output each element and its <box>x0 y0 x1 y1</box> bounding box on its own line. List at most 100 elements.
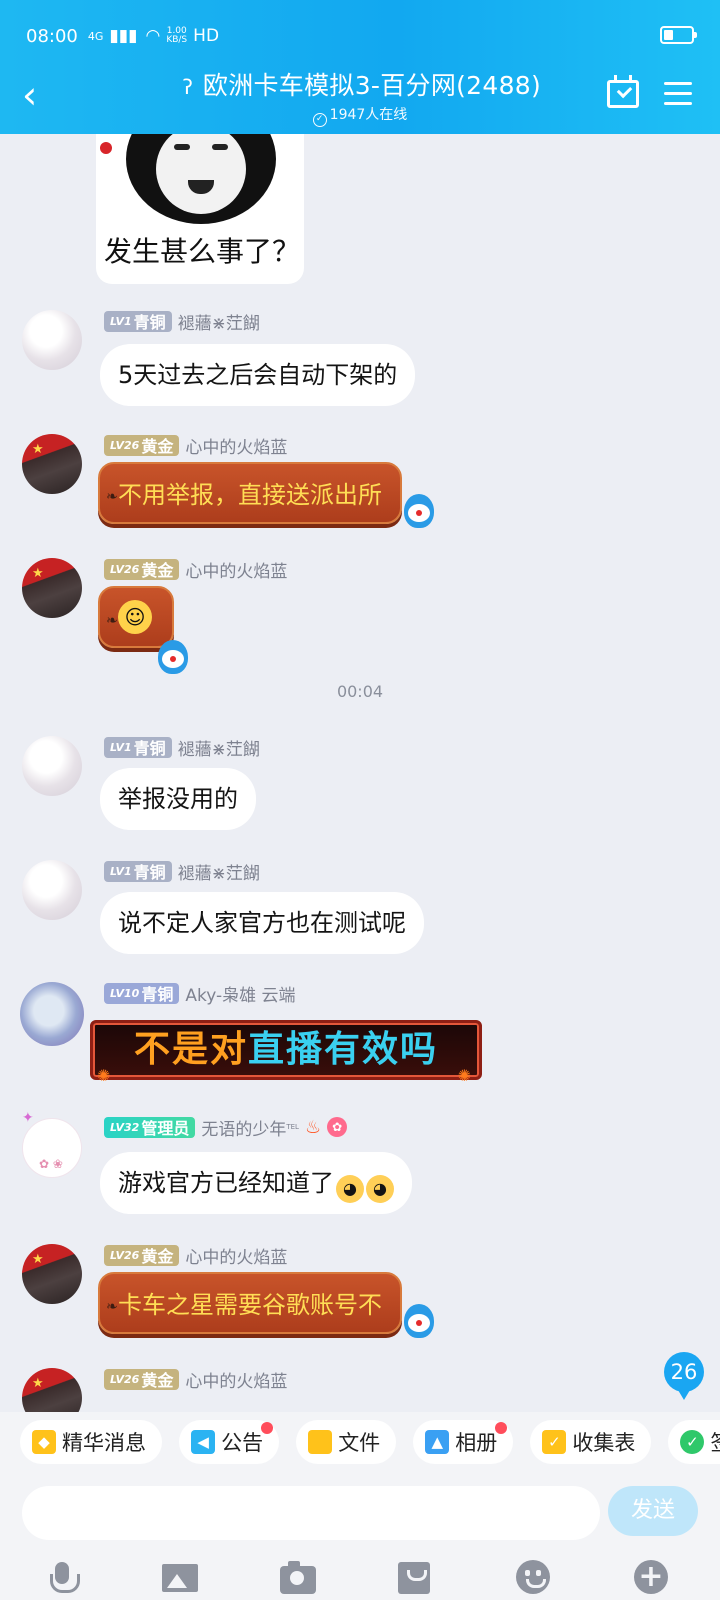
chip-announcement[interactable]: ◀ 公告 <box>179 1420 280 1464</box>
text-bubble[interactable]: 举报没用的 <box>100 768 256 830</box>
plus-icon[interactable]: + <box>634 1560 668 1594</box>
level-value: LV1 <box>110 740 132 754</box>
styled-text-bubble[interactable]: ❧ 卡车之星需要谷歌账号不 <box>98 1272 402 1334</box>
online-count: ✓ 1947人在线 <box>150 104 570 127</box>
level-badge: LV1 青铜 <box>104 310 172 332</box>
flame-decoration-icon: ✺ <box>97 1066 113 1085</box>
calendar-check-icon[interactable] <box>607 75 639 108</box>
text-bubble[interactable]: 5天过去之后会自动下架的 <box>100 344 416 406</box>
image-icon[interactable] <box>162 1564 198 1592</box>
avatar[interactable] <box>22 736 82 796</box>
mic-icon[interactable] <box>44 1560 80 1596</box>
avatar[interactable] <box>22 860 82 920</box>
text-bubble[interactable]: 说不定人家官方也在测试呢 <box>100 892 424 954</box>
chip-form[interactable]: ✓ 收集表 <box>530 1420 652 1464</box>
level-badge: LV26 黄金 <box>104 434 180 456</box>
message-input[interactable] <box>22 1486 600 1540</box>
chip-label: 相册 <box>455 1431 498 1455</box>
menu-icon[interactable] <box>664 82 692 106</box>
status-time: 08:00 <box>26 25 78 47</box>
level-badge: LV10 青铜 <box>104 982 180 1004</box>
checkin-icon: ✓ <box>680 1430 705 1454</box>
emoji-icon[interactable] <box>516 1560 550 1594</box>
back-arrow-icon[interactable]: ‹ <box>22 75 52 115</box>
avatar[interactable] <box>22 310 82 370</box>
text-bubble[interactable]: 游戏官方已经知道了 ◕ ◕ <box>100 1152 412 1214</box>
check-circle-icon: ✓ <box>312 113 327 127</box>
chip-essence[interactable]: ◆ 精华消息 <box>20 1420 162 1464</box>
level-value: LV26 <box>110 562 140 576</box>
camera-icon[interactable] <box>280 1561 316 1594</box>
avatar[interactable] <box>22 1118 82 1178</box>
level-value: LV10 <box>110 986 140 1000</box>
shiba-emoji-icon: ◕ <box>336 1175 364 1203</box>
sticker-message[interactable]: 发生甚么事了？ <box>96 134 304 284</box>
sender-name[interactable]: 心中的火焰蓝 <box>185 1243 287 1268</box>
avatar[interactable] <box>22 558 82 618</box>
sender-name[interactable]: 心中的火焰蓝 <box>185 557 287 582</box>
sender-meta: LV32 管理员 无语的少年 TEL ♨ ✿ <box>104 1115 348 1140</box>
smirk-emoji-icon: ☺ <box>118 600 152 634</box>
level-badge: LV1 青铜 <box>104 860 172 882</box>
rank-label: 黄金 <box>141 1247 174 1266</box>
rank-label: 黄金 <box>141 1371 174 1390</box>
bottom-panel: ◆精华消息 ◀公告 文件 ▲相册 ✓收集表 ✓签到 发送 + <box>0 1412 720 1600</box>
feature-chips: ◆精华消息 ◀公告 文件 ▲相册 ✓收集表 ✓签到 <box>20 1420 720 1468</box>
bubble-text: 卡车之星需要谷歌账号不 <box>118 1291 382 1319</box>
styled-text-bubble[interactable]: ❧ 不用举报，直接送派出所 <box>98 462 402 524</box>
chip-label: 精华消息 <box>62 1431 146 1455</box>
level-badge: LV26 黄金 <box>104 1244 180 1266</box>
signal-bars-icon: ▮▮▮ <box>109 26 138 46</box>
avatar[interactable] <box>22 1368 82 1412</box>
sender-name[interactable]: 心中的火焰蓝 <box>185 433 287 458</box>
form-icon: ✓ <box>542 1430 567 1454</box>
unread-count-badge[interactable]: 26 <box>664 1352 704 1400</box>
status-bar: 08:00 4G ▮▮▮ ◠ 1.00 KB/S HD <box>26 22 697 50</box>
sticker-caption: 发生甚么事了？ <box>104 235 301 268</box>
flame-decoration-icon: ✺ <box>457 1066 473 1085</box>
sender-name[interactable]: Aky-枭雄 云端 <box>185 981 295 1006</box>
rank-label: 黄金 <box>141 561 174 580</box>
chip-checkin[interactable]: ✓签到 <box>668 1420 720 1464</box>
avatar[interactable] <box>22 434 82 494</box>
level-badge: LV1 青铜 <box>104 736 172 758</box>
ear-icon: ʔ <box>182 75 194 99</box>
sender-name[interactable]: 无语的少年 <box>201 1115 286 1140</box>
chip-files[interactable]: 文件 <box>296 1420 397 1464</box>
sender-name[interactable]: 褪蘠⋇茳餬 <box>178 309 260 334</box>
bubble-curl-decoration: ❧ <box>106 613 118 629</box>
top-header: 08:00 4G ▮▮▮ ◠ 1.00 KB/S HD ‹ ʔ 欧洲卡车模拟3-百分… <box>0 0 720 134</box>
level-value: LV26 <box>110 1372 140 1386</box>
sender-name[interactable]: 褪蘠⋇茳餬 <box>178 859 260 884</box>
chip-album[interactable]: ▲ 相册 <box>413 1420 514 1464</box>
avatar[interactable] <box>20 982 84 1046</box>
bubble-text-part: 直播有效吗 <box>248 1029 439 1070</box>
chip-label: 公告 <box>221 1431 264 1455</box>
online-count-text: 1947人在线 <box>329 107 408 123</box>
panda-meme-image <box>100 134 276 226</box>
album-icon: ▲ <box>425 1430 450 1454</box>
chip-label: 签到 <box>710 1427 720 1457</box>
red-packet-icon[interactable] <box>398 1562 430 1594</box>
bubble-curl-decoration: ❧ <box>106 1299 118 1315</box>
level-value: LV1 <box>110 314 132 328</box>
input-tools: + <box>0 1556 720 1600</box>
sender-meta: LV26 黄金 心中的火焰蓝 <box>104 1243 287 1268</box>
doraemon-icon <box>404 1304 434 1338</box>
avatar[interactable] <box>22 1244 82 1304</box>
group-title-area[interactable]: ʔ 欧洲卡车模拟3-百分网(2488) ✓ 1947人在线 <box>150 66 570 127</box>
rank-label: 青铜 <box>133 863 166 882</box>
styled-text-bubble[interactable]: ✺ 不是对直播有效吗 ✺ <box>90 1020 482 1085</box>
tel-mark: TEL <box>286 1123 299 1131</box>
net-speed-unit: KB/S <box>166 35 188 45</box>
send-button[interactable]: 发送 <box>608 1486 698 1536</box>
level-value: LV26 <box>110 438 140 452</box>
sender-name[interactable]: 褪蘠⋇茳餬 <box>178 735 260 760</box>
chip-label: 文件 <box>338 1431 381 1455</box>
folder-icon <box>308 1430 333 1454</box>
time-divider: 00:04 <box>336 682 384 701</box>
doraemon-icon <box>404 494 434 528</box>
sender-name[interactable]: 心中的火焰蓝 <box>185 1367 287 1392</box>
sender-meta: LV26 黄金 心中的火焰蓝 <box>104 433 287 458</box>
chat-area[interactable]: 发生甚么事了？ LV1青铜 褪蘠⋇茳餬 5天过去之后会自动下架的 LV26黄金 … <box>0 134 720 1412</box>
